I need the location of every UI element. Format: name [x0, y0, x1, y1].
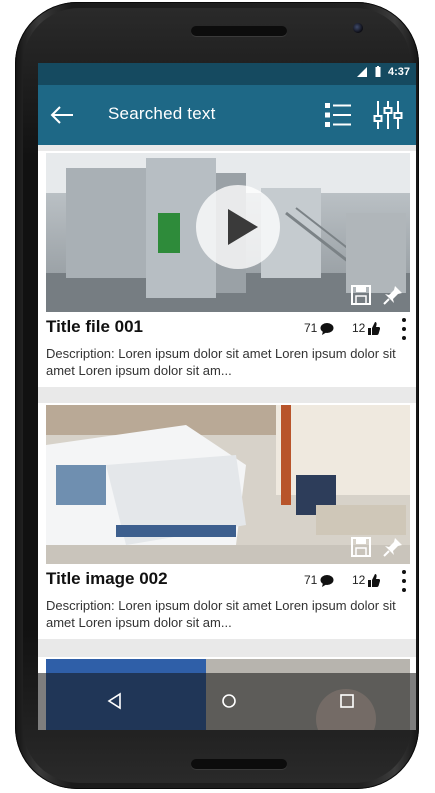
nav-back-icon[interactable] — [104, 690, 126, 712]
system-nav-bar — [38, 673, 416, 730]
more-vertical-icon[interactable] — [400, 567, 408, 597]
app-screen: 4:37 Searched text Title file 001 71 12 … — [38, 63, 416, 730]
like-count[interactable]: 12 — [352, 573, 381, 587]
front-camera — [353, 23, 363, 33]
nav-recent-icon[interactable] — [336, 690, 358, 712]
card-title[interactable]: Title file 001 — [46, 317, 143, 337]
comment-count[interactable]: 71 — [304, 321, 334, 335]
video-thumbnail[interactable] — [46, 153, 410, 312]
page-title: Searched text — [108, 104, 216, 123]
save-icon[interactable] — [350, 536, 372, 558]
bottom-speaker — [191, 759, 287, 769]
media-actions — [350, 284, 404, 306]
battery-icon — [375, 66, 381, 77]
result-card[interactable]: Title image 002 71 12 Description: Loren… — [38, 403, 416, 639]
comment-count-value: 71 — [304, 321, 318, 335]
comment-count-value: 71 — [304, 573, 318, 587]
image-thumbnail[interactable] — [46, 405, 410, 564]
card-description: Description: Loren ipsum dolor sit amet … — [46, 598, 396, 630]
pin-icon[interactable] — [382, 536, 404, 558]
card-header: Title file 001 71 12 — [46, 315, 410, 341]
sliders-icon[interactable] — [373, 99, 403, 131]
nav-home-icon[interactable] — [218, 690, 240, 712]
signal-icon — [356, 67, 367, 77]
thumbs-up-icon — [368, 321, 381, 335]
play-icon[interactable] — [196, 185, 280, 269]
status-time: 4:37 — [387, 66, 410, 78]
more-vertical-icon[interactable] — [400, 315, 408, 345]
back-arrow-icon[interactable] — [48, 101, 76, 129]
card-header: Title image 002 71 12 — [46, 567, 410, 593]
card-title[interactable]: Title image 002 — [46, 569, 168, 589]
media-actions — [350, 536, 404, 558]
list-view-icon[interactable] — [324, 100, 352, 130]
card-description: Description: Loren ipsum dolor sit amet … — [46, 346, 396, 378]
comment-icon — [320, 574, 334, 587]
like-count[interactable]: 12 — [352, 321, 381, 335]
like-count-value: 12 — [352, 321, 366, 335]
like-count-value: 12 — [352, 573, 366, 587]
app-bar: Searched text — [38, 85, 416, 145]
comment-icon — [320, 322, 334, 335]
earpiece-speaker — [191, 26, 287, 36]
pin-icon[interactable] — [382, 284, 404, 306]
save-icon[interactable] — [350, 284, 372, 306]
comment-count[interactable]: 71 — [304, 573, 334, 587]
results-list: Title file 001 71 12 Description: Loren … — [38, 145, 416, 730]
status-icons: 4:37 — [356, 66, 410, 78]
thumbs-up-icon — [368, 573, 381, 587]
result-card[interactable]: Title file 001 71 12 Description: Loren … — [38, 151, 416, 387]
status-bar: 4:37 — [38, 63, 416, 85]
